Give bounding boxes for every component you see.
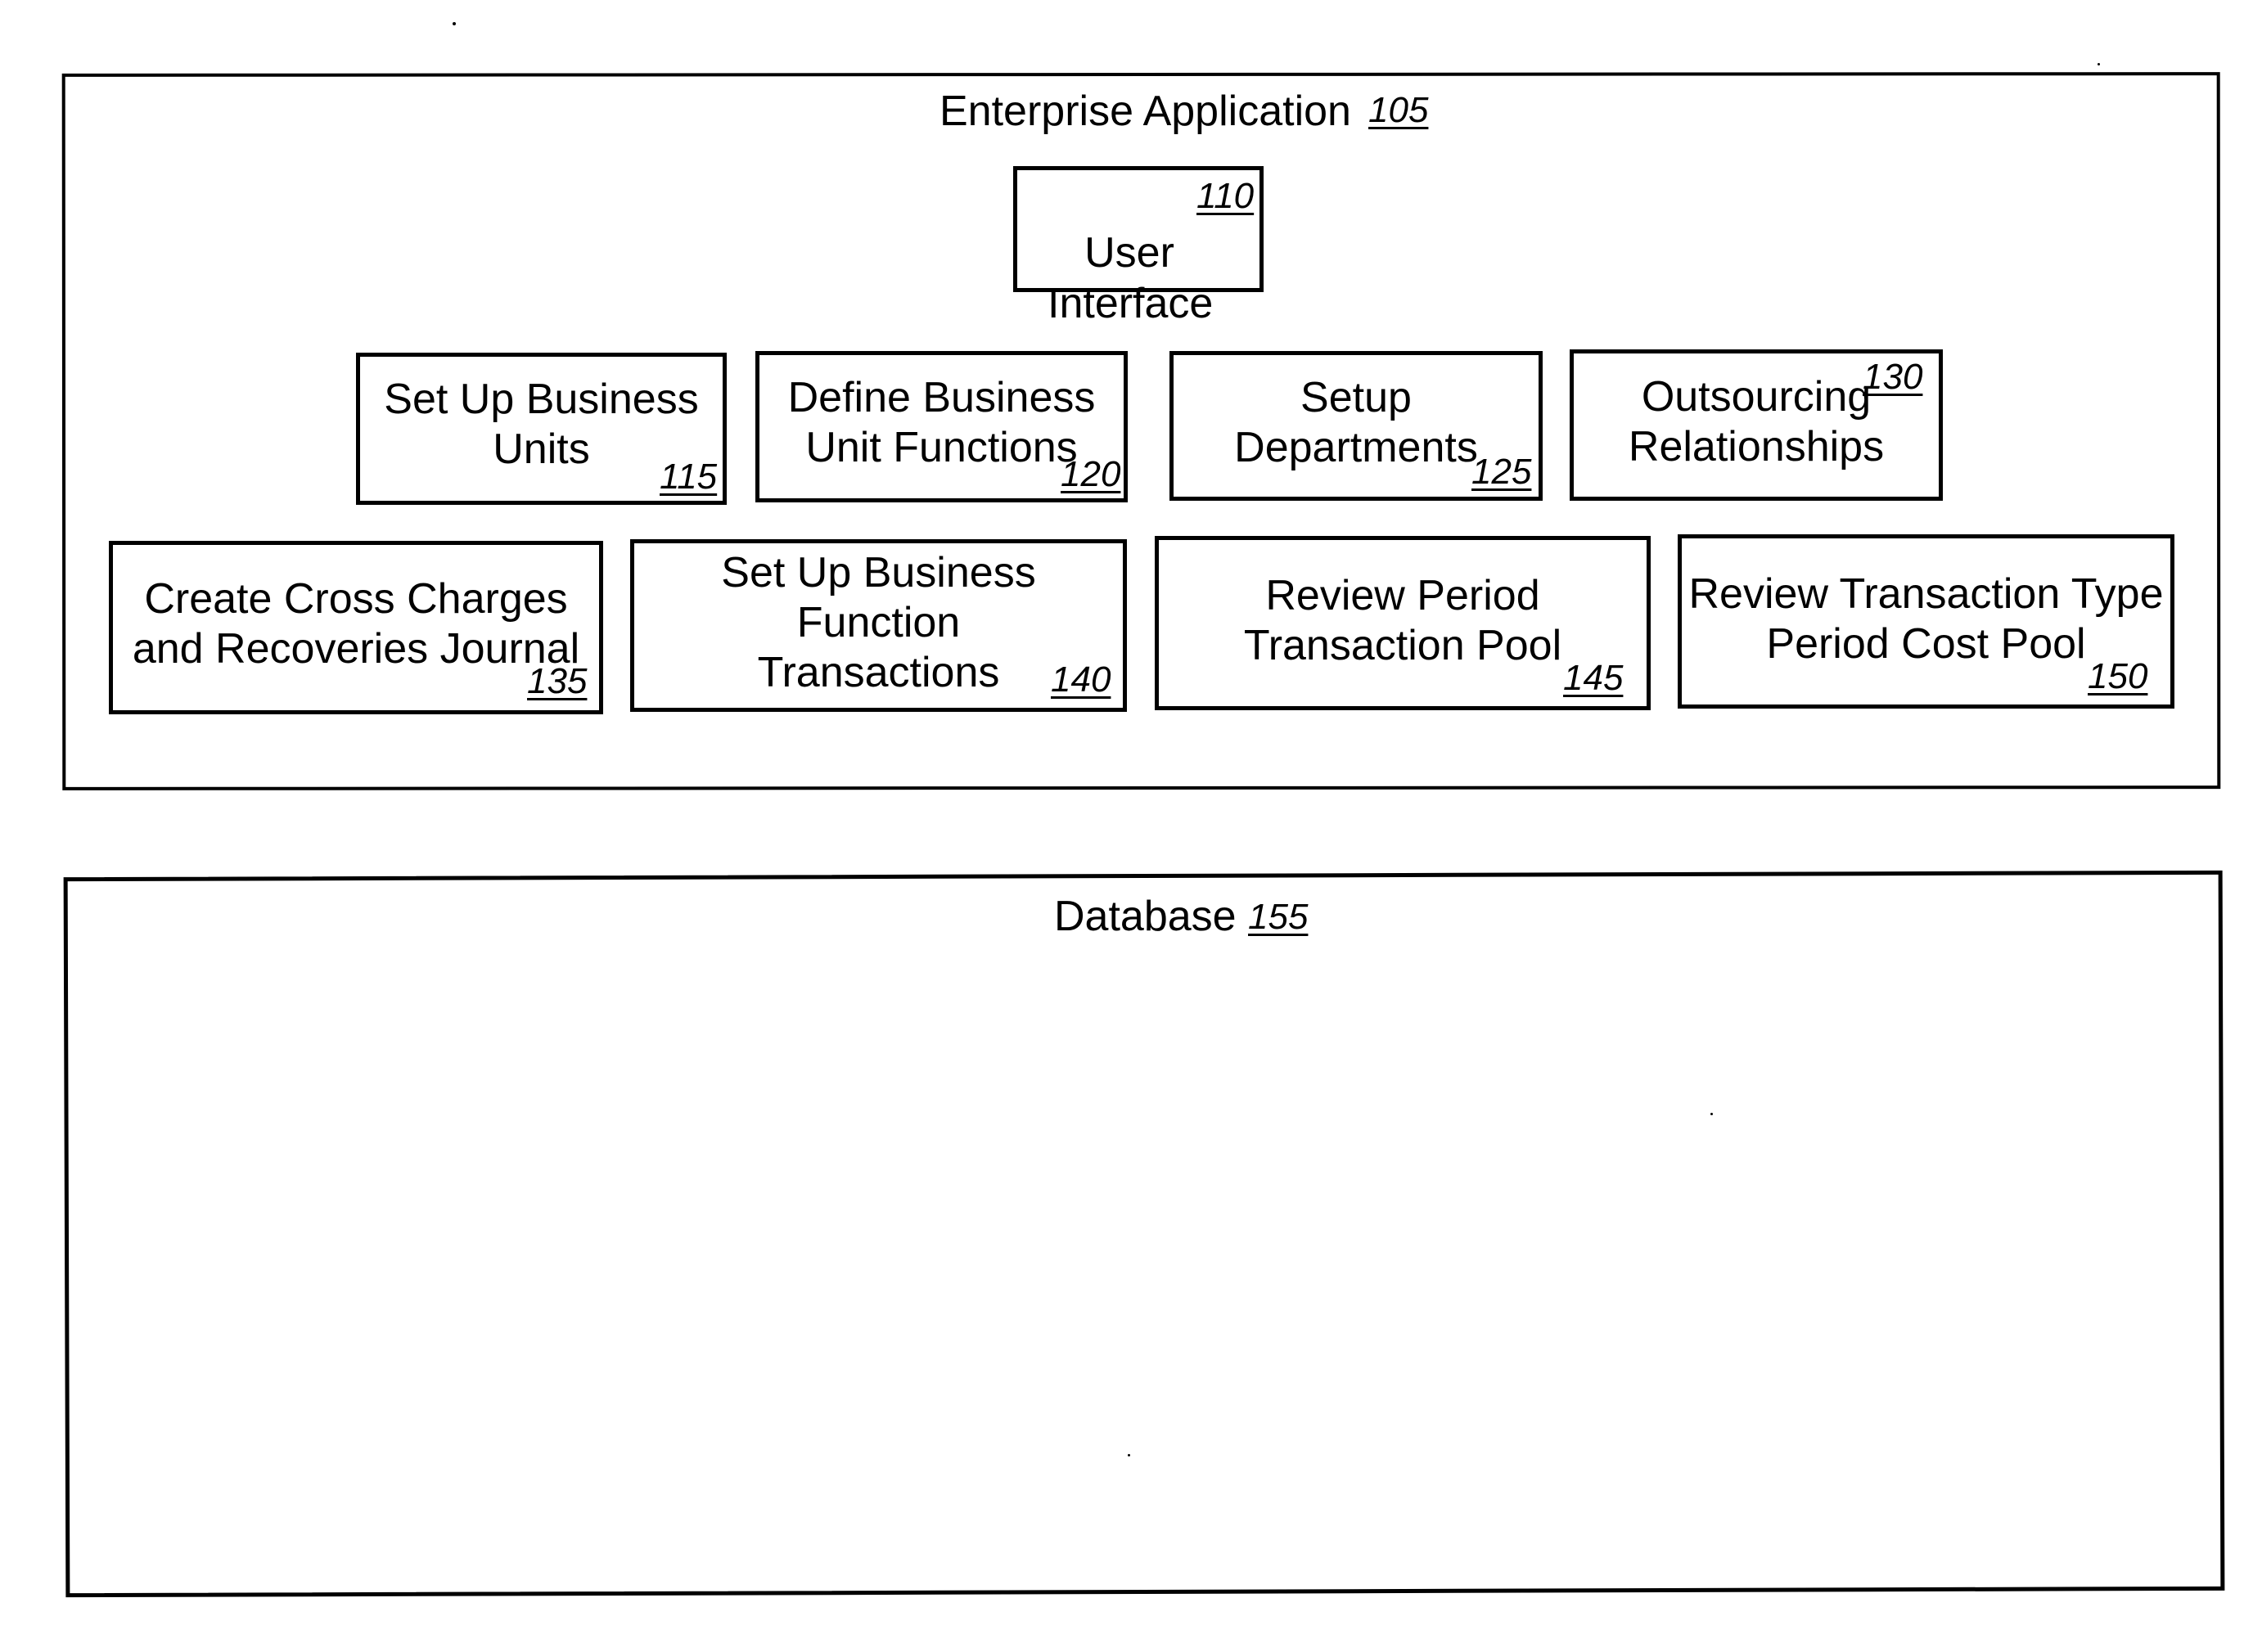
review-period-transaction-pool-ref: 145 xyxy=(1563,658,1624,698)
review-transaction-type-period-cost-pool-label: Review Transaction Type Period Cost Pool xyxy=(1688,570,2164,668)
scan-speck xyxy=(1128,1454,1130,1456)
database-title: Database xyxy=(1054,893,1237,940)
enterprise-application-title: Enterprise Application xyxy=(940,87,1351,136)
enterprise-application-title-text: Enterprise Application xyxy=(940,88,1351,135)
scan-speck xyxy=(453,22,456,25)
create-cross-charges-label: Create Cross Charges and Recoveries Jour… xyxy=(132,575,580,673)
define-business-unit-functions-ref: 120 xyxy=(1061,454,1121,494)
enterprise-application-ref: 105 xyxy=(1368,90,1429,130)
set-up-business-function-transactions-ref: 140 xyxy=(1051,659,1111,700)
outsourcing-relationships-ref: 130 xyxy=(1863,357,1923,397)
setup-departments-ref: 125 xyxy=(1471,452,1532,492)
review-period-transaction-pool-label: Review Period Transaction Pool xyxy=(1243,572,1562,669)
scan-speck xyxy=(2098,63,2100,65)
create-cross-charges-ref: 135 xyxy=(527,661,588,701)
scan-speck xyxy=(1710,1113,1713,1115)
review-transaction-type-period-cost-pool-ref: 150 xyxy=(2088,656,2148,696)
database-container xyxy=(63,870,2225,1598)
user-interface-label: User Interface xyxy=(1048,229,1214,327)
set-up-business-units-ref: 115 xyxy=(660,457,718,497)
user-interface-ref: 110 xyxy=(1196,176,1255,216)
database-ref: 155 xyxy=(1248,897,1309,937)
